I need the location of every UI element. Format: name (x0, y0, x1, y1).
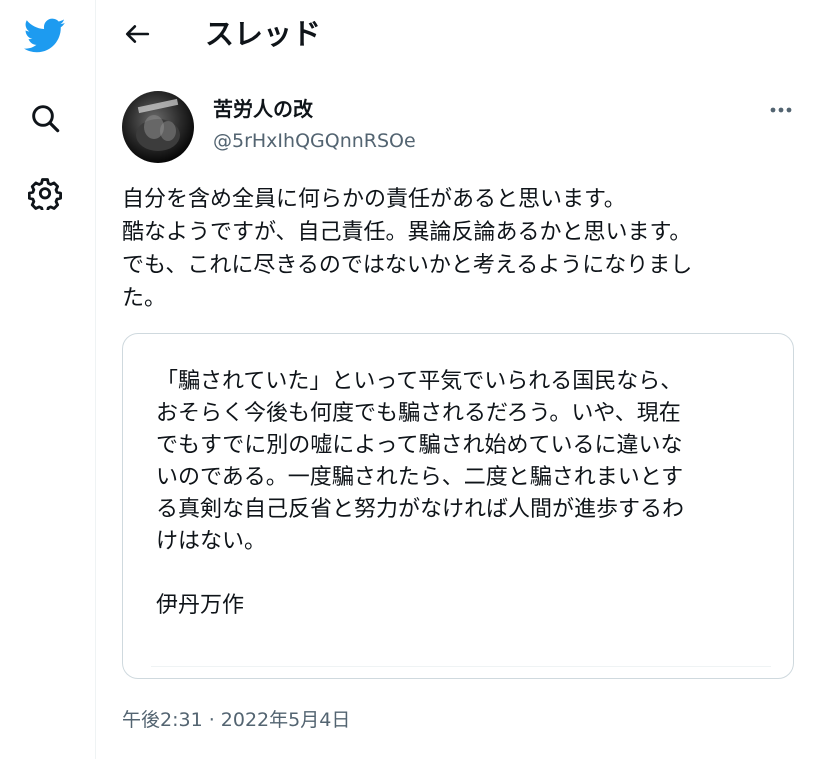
quote-line: でもすでに別の嘘によって騙され始めているに違いな (156, 433, 683, 458)
tweet-text: 自分を含め全員に何らかの責任があると思います。 酷なようですが、自己責任。異論反… (122, 183, 802, 315)
main-column: スレッド 苦労人の改 @5rHxIhQGQnnRSOe 自分を含め全員に何らかの… (97, 0, 821, 759)
tweet-text-line: 自分を含め全員に何らかの責任があると思います。 (122, 187, 626, 212)
back-button[interactable] (117, 14, 157, 54)
quote-blank-line (156, 558, 776, 590)
page-title: スレッド (205, 17, 322, 51)
tweet-text-line: た。 (122, 286, 167, 311)
author-handle[interactable]: @5rHxIhQGQnnRSOe (213, 127, 416, 155)
quote-line: る真剣な自己反省と努力がなければ人間が進歩するわ (156, 497, 685, 522)
quote-line: おそらく今後も何度でも騙されるだろう。いや、現在 (156, 401, 681, 426)
avatar[interactable] (122, 91, 194, 163)
quote-text: 「騙されていた」といって平気でいられる国民なら、 おそらく今後も何度でも騙される… (156, 366, 776, 622)
avatar-image (136, 98, 180, 151)
twitter-bird-icon (24, 18, 66, 53)
author-name[interactable]: 苦労人の改 (213, 95, 313, 123)
divider (151, 666, 771, 667)
more-button[interactable] (761, 92, 801, 128)
explore-button[interactable] (23, 96, 67, 140)
quote-line: いのである。一度騙されたら、二度と騙されまいとす (156, 465, 684, 490)
tweet-text-line: でも、これに尽きるのではないかと考えるようになりまし (122, 253, 693, 278)
settings-button[interactable] (23, 171, 67, 215)
tweet-text-line: 酷なようですが、自己責任。異論反論あるかと思います。 (122, 220, 692, 245)
more-horizontal-icon (770, 107, 792, 113)
quote-line: 「騙されていた」といって平気でいられる国民なら、 (156, 369, 683, 394)
twitter-logo-icon[interactable] (23, 14, 67, 58)
page-header: スレッド (97, 0, 821, 68)
arrow-left-icon (125, 25, 150, 43)
sidebar (0, 0, 96, 759)
quote-attribution: 伊丹万作 (156, 593, 245, 618)
quote-card[interactable]: 「騙されていた」といって平気でいられる国民なら、 おそらく今後も何度でも騙される… (122, 333, 794, 679)
search-icon (32, 105, 60, 133)
quote-line: けはない。 (156, 529, 267, 554)
gear-icon (28, 178, 62, 210)
tweet-timestamp[interactable]: 午後2:31 · 2022年5月4日 (122, 706, 350, 734)
